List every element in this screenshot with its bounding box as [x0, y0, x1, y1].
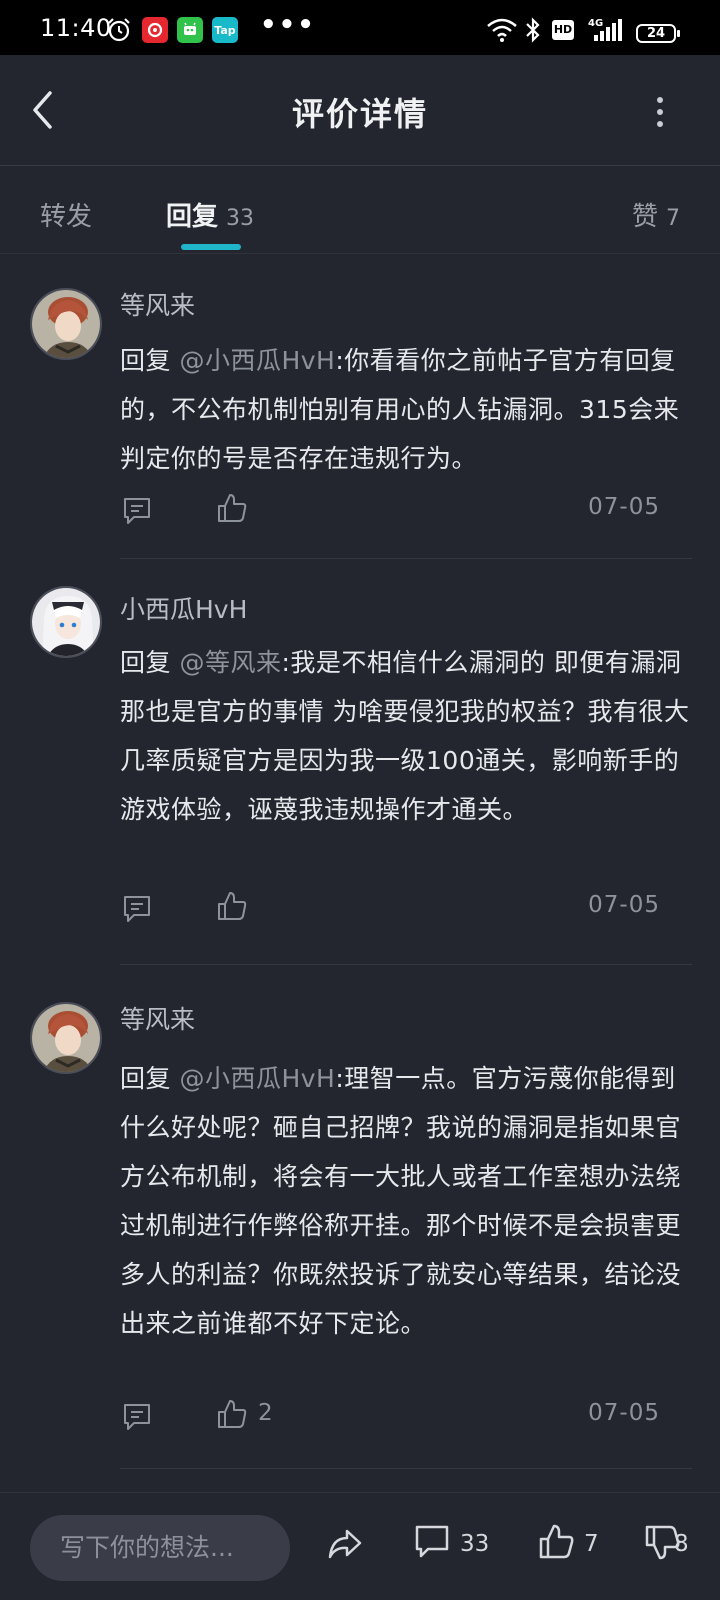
- thumbs-up-icon[interactable]: [216, 890, 248, 922]
- taptap-app-icon: Tap: [212, 17, 238, 43]
- divider: [120, 964, 692, 965]
- comment-actions: 07-05: [120, 888, 660, 928]
- comment-text: 回复 @小西瓜HvH:你看看你之前帖子官方有回复的，不公布机制怕别有用心的人钻漏…: [120, 336, 690, 483]
- status-bar: 11:40 Tap ••• HD 4G 24: [0, 0, 720, 55]
- tab-reply-label: 回复: [166, 202, 219, 232]
- comment-text: 回复 @等风来:我是不相信什么漏洞的 即便有漏洞那也是官方的事情 为啥要侵犯我的…: [120, 638, 690, 834]
- divider: [120, 1468, 692, 1469]
- tab-reply[interactable]: 回复 33: [166, 196, 254, 233]
- thumbs-up-icon[interactable]: [216, 1398, 248, 1430]
- wifi-icon: [487, 18, 517, 42]
- comment-date: 07-05: [588, 494, 660, 520]
- mention-link[interactable]: @等风来: [179, 648, 281, 677]
- like-button[interactable]: 7: [538, 1523, 599, 1563]
- avatar[interactable]: [30, 288, 102, 360]
- mention-link[interactable]: @小西瓜HvH: [179, 346, 335, 375]
- status-time: 11:40: [40, 14, 112, 42]
- mention-link[interactable]: @小西瓜HvH: [179, 1064, 335, 1093]
- share-icon[interactable]: [326, 1523, 364, 1563]
- bottom-action-bar: 写下你的想法... 33 7 8: [0, 1492, 720, 1600]
- reply-icon[interactable]: [122, 1402, 152, 1432]
- dislike-button[interactable]: 8: [644, 1523, 714, 1563]
- signal-icon: [594, 19, 622, 41]
- comment-item: 等风来 回复 @小西瓜HvH:理智一点。官方污蔑你能得到什么好处呢？砸自己招牌？…: [0, 1000, 720, 1470]
- thumbs-up-icon: [539, 1524, 574, 1559]
- comment-actions: 07-05: [120, 490, 660, 530]
- comments-count: 33: [460, 1531, 490, 1557]
- comment-bubble-icon: [415, 1525, 449, 1558]
- reply-prefix: 回复: [120, 346, 180, 375]
- comments-button[interactable]: 33: [414, 1523, 494, 1563]
- dislikes-count: 8: [674, 1531, 689, 1557]
- robot-app-icon: [177, 17, 203, 43]
- reply-icon[interactable]: [122, 894, 152, 924]
- reply-icon[interactable]: [122, 496, 152, 526]
- comment-author[interactable]: 小西瓜HvH: [120, 590, 247, 626]
- alarm-icon: [108, 18, 130, 42]
- tab-like-count: 7: [666, 206, 680, 231]
- hd-badge: HD: [552, 20, 574, 40]
- comment-body: :理智一点。官方污蔑你能得到什么好处呢？砸自己招牌？我说的漏洞是指如果官方公布机…: [120, 1064, 682, 1338]
- divider: [120, 558, 692, 559]
- tab-reply-count: 33: [226, 206, 255, 231]
- page-title: 评价详情: [291, 95, 428, 133]
- comment-text: 回复 @小西瓜HvH:理智一点。官方污蔑你能得到什么好处呢？砸自己招牌？我说的漏…: [120, 1054, 690, 1348]
- tab-forward[interactable]: 转发: [40, 196, 92, 233]
- like-count: 2: [258, 1400, 273, 1426]
- tab-forward-label: 转发: [40, 202, 93, 232]
- comment-item: 等风来 回复 @小西瓜HvH:你看看你之前帖子官方有回复的，不公布机制怕别有用心…: [0, 282, 720, 562]
- reply-prefix: 回复: [120, 1064, 180, 1093]
- avatar[interactable]: [30, 1002, 102, 1074]
- thumbs-up-icon[interactable]: [216, 492, 248, 524]
- tab-like[interactable]: 赞7: [632, 196, 680, 233]
- active-tab-indicator: [181, 244, 241, 250]
- comment-author[interactable]: 等风来: [120, 286, 195, 322]
- netease-music-app-icon: [142, 17, 168, 43]
- comment-input[interactable]: 写下你的想法...: [30, 1515, 290, 1581]
- tab-bar: 转发 回复 33 赞7: [0, 166, 720, 254]
- top-app-bar: 评价详情: [0, 55, 720, 166]
- battery-indicator: 24: [636, 24, 680, 43]
- bluetooth-icon: [526, 17, 540, 43]
- comment-item: 小西瓜HvH 回复 @等风来:我是不相信什么漏洞的 即便有漏洞那也是官方的事情 …: [0, 586, 720, 966]
- likes-count: 7: [584, 1531, 599, 1557]
- more-notifications-icon: •••: [260, 10, 316, 40]
- comment-date: 07-05: [588, 892, 660, 918]
- comment-author[interactable]: 等风来: [120, 1000, 195, 1036]
- more-options-button[interactable]: [650, 95, 670, 129]
- tab-like-label: 赞: [631, 202, 658, 232]
- comment-date: 07-05: [588, 1400, 660, 1426]
- avatar[interactable]: [30, 586, 102, 658]
- reply-prefix: 回复: [120, 648, 180, 677]
- comment-actions: 2 07-05: [120, 1396, 660, 1436]
